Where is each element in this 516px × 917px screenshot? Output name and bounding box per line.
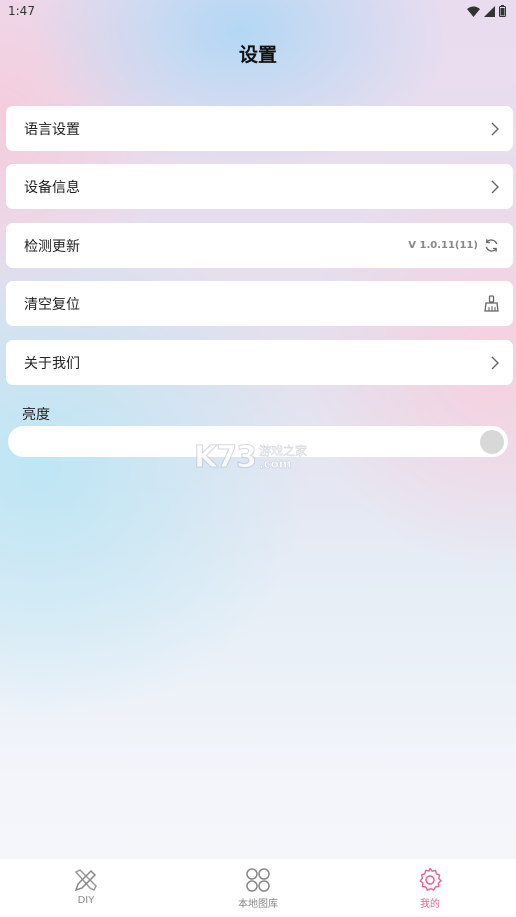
- settings-row-language[interactable]: 语言设置: [6, 106, 513, 151]
- grid-icon: [246, 868, 270, 892]
- tab-mine[interactable]: 我的: [344, 859, 516, 917]
- tab-diy[interactable]: DIY: [0, 859, 172, 917]
- status-time: 1:47: [8, 4, 35, 18]
- gear-icon: [419, 867, 442, 891]
- settings-row-label: 设备信息: [24, 179, 80, 196]
- settings-row-check-update[interactable]: 检测更新 V 1.0.11(11): [6, 223, 513, 268]
- settings-row-label: 关于我们: [24, 355, 80, 372]
- page-title: 设置: [238, 44, 277, 66]
- watermark-com: .com: [259, 456, 292, 471]
- tab-bar: DIY 本地图库 我的: [0, 859, 516, 917]
- status-icons: [467, 5, 506, 17]
- wifi-icon: [467, 6, 480, 17]
- brightness-slider[interactable]: [8, 426, 508, 457]
- chevron-right-icon: [491, 122, 499, 135]
- battery-icon: [499, 5, 506, 17]
- settings-row-about[interactable]: 关于我们: [6, 340, 513, 385]
- version-text: V 1.0.11(11): [408, 240, 478, 251]
- chevron-right-icon: [491, 356, 499, 369]
- tab-label: 我的: [420, 899, 440, 910]
- tab-label: 本地图库: [238, 899, 278, 910]
- settings-row-label: 检测更新: [24, 238, 80, 255]
- settings-row-label: 清空复位: [24, 296, 80, 313]
- refresh-icon: [485, 239, 498, 252]
- settings-row-reset[interactable]: 清空复位: [6, 281, 513, 326]
- settings-row-label: 语言设置: [24, 121, 80, 138]
- chevron-right-icon: [491, 180, 499, 193]
- brightness-label: 亮度: [22, 407, 50, 423]
- signal-icon: [484, 5, 495, 17]
- settings-row-device-info[interactable]: 设备信息: [6, 164, 513, 209]
- diy-icon: [74, 869, 97, 892]
- tab-local-gallery[interactable]: 本地图库: [172, 859, 344, 917]
- status-bar: 1:47: [0, 0, 516, 22]
- broom-icon: [484, 295, 499, 312]
- tab-label: DIY: [77, 895, 95, 906]
- slider-thumb[interactable]: [480, 430, 504, 454]
